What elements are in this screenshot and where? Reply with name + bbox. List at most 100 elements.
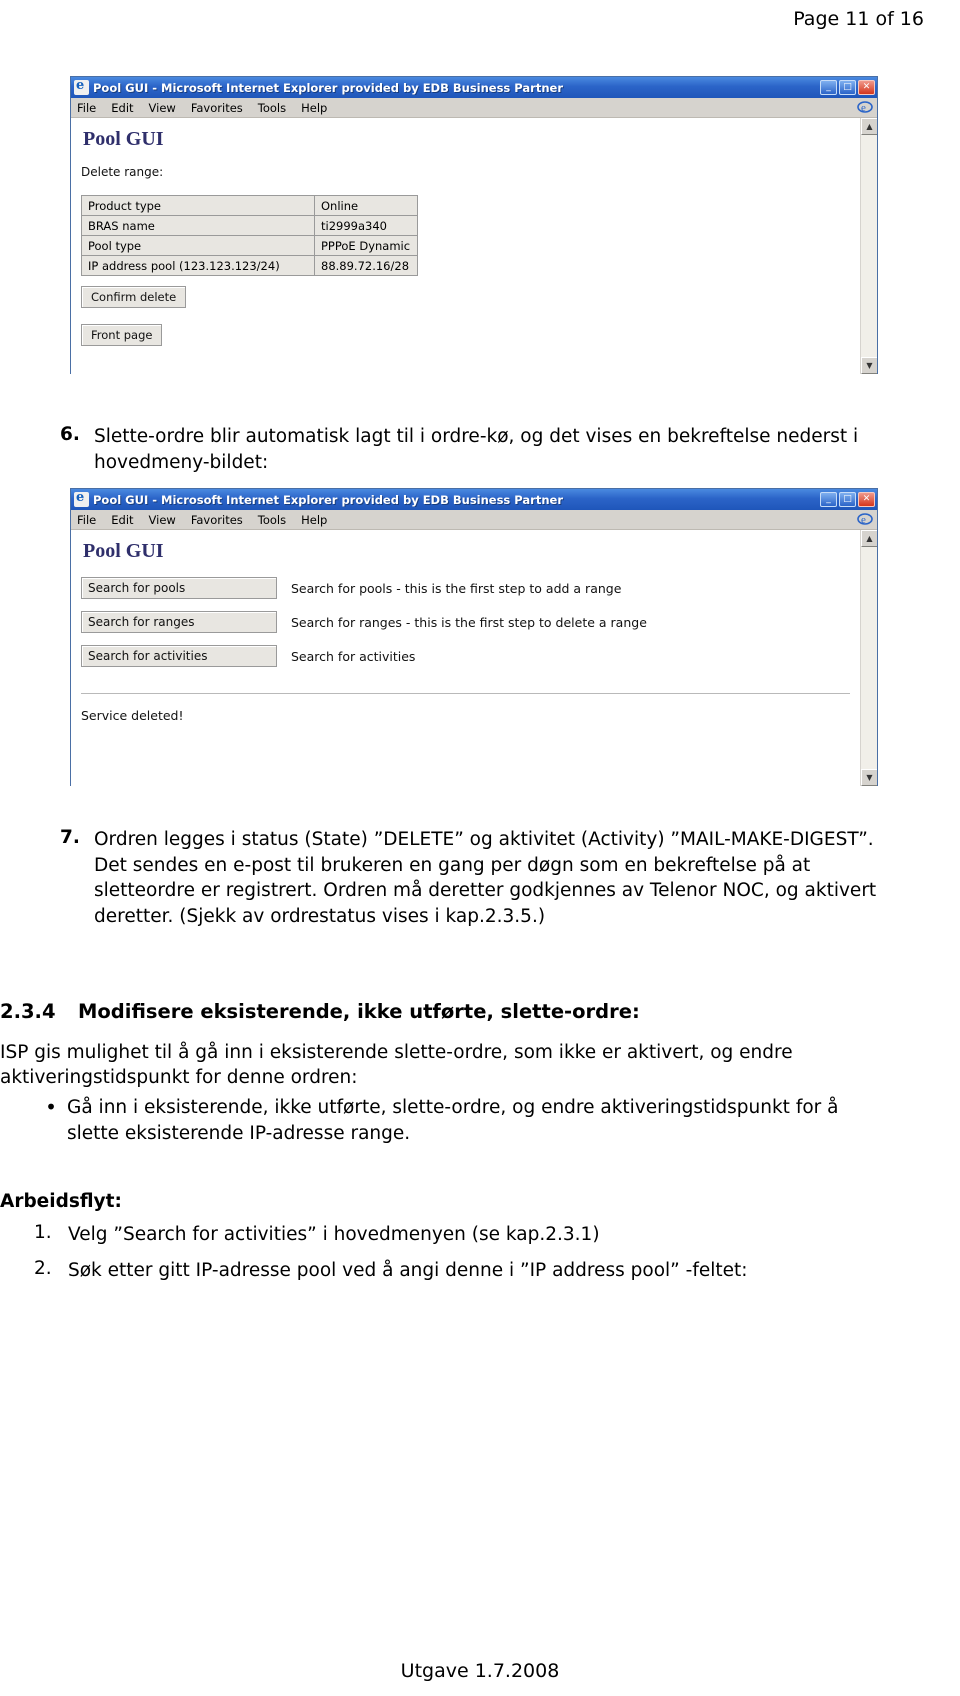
menu-item-edit[interactable]: Edit bbox=[111, 101, 133, 115]
table-row: Pool type PPPoE Dynamic bbox=[81, 235, 418, 256]
maximize-icon: □ bbox=[843, 82, 852, 92]
table-row: BRAS name ti2999a340 bbox=[81, 215, 418, 236]
browser-content: Pool GUI Delete range: Product type Onli… bbox=[71, 118, 877, 374]
confirm-delete-button[interactable]: Confirm delete bbox=[81, 286, 187, 308]
svg-text:e: e bbox=[861, 514, 866, 526]
maximize-button[interactable]: □ bbox=[839, 492, 856, 507]
close-icon: ✕ bbox=[862, 82, 871, 92]
scroll-up-icon[interactable]: ▲ bbox=[861, 118, 877, 135]
scroll-up-icon[interactable]: ▲ bbox=[861, 530, 877, 547]
section-bullet: • Gå inn i eksisterende, ikke utførte, s… bbox=[35, 1095, 885, 1146]
ie-logo-icon: e bbox=[857, 99, 874, 115]
browser-content: Pool GUI Search for pools Search for poo… bbox=[71, 530, 877, 786]
scroll-down-icon[interactable]: ▼ bbox=[861, 769, 877, 786]
menubar: File Edit View Favorites Tools Help e bbox=[71, 98, 877, 118]
menu-item-view[interactable]: View bbox=[149, 101, 176, 115]
window-title: Pool GUI - Microsoft Internet Explorer p… bbox=[93, 492, 563, 507]
browser-window-main-menu: Pool GUI - Microsoft Internet Explorer p… bbox=[70, 488, 878, 786]
section-intro: ISP gis mulighet til å gå inn i eksister… bbox=[0, 1042, 793, 1088]
window-title: Pool GUI - Microsoft Internet Explorer p… bbox=[93, 80, 563, 95]
search-for-pools-button[interactable]: Search for pools bbox=[81, 577, 277, 599]
cell-key: Product type bbox=[81, 195, 315, 216]
scroll-down-icon[interactable]: ▼ bbox=[861, 357, 877, 374]
window-titlebar: Pool GUI - Microsoft Internet Explorer p… bbox=[71, 489, 877, 510]
workflow-step-2-number: 2. bbox=[34, 1258, 52, 1279]
browser-window-delete-range: Pool GUI - Microsoft Internet Explorer p… bbox=[70, 76, 878, 374]
cell-value: ti2999a340 bbox=[314, 215, 418, 236]
window-buttons: _ □ ✕ bbox=[820, 80, 875, 95]
menu-item-file[interactable]: File bbox=[77, 513, 96, 527]
workflow-step-2: 2. Søk etter gitt IP-adresse pool ved å … bbox=[34, 1258, 894, 1284]
workflow-step-1-text: Velg ”Search for activities” i hovedmeny… bbox=[68, 1224, 600, 1245]
document-page: Page 11 of 16 Pool GUI - Microsoft Inter… bbox=[0, 0, 960, 1696]
cell-key: BRAS name bbox=[81, 215, 315, 236]
menu-item-tools[interactable]: Tools bbox=[258, 513, 286, 527]
cell-key: Pool type bbox=[81, 235, 315, 256]
bullet-icon: • bbox=[45, 1095, 57, 1119]
page-footer: Utgave 1.7.2008 bbox=[400, 1660, 560, 1682]
workflow-step-1: 1. Velg ”Search for activities” i hovedm… bbox=[34, 1222, 894, 1248]
page-header: Page 11 of 16 bbox=[793, 8, 924, 30]
menu-item-help[interactable]: Help bbox=[301, 513, 327, 527]
workflow-step-2-text: Søk etter gitt IP-adresse pool ved å ang… bbox=[68, 1260, 748, 1281]
cell-key: IP address pool (123.123.123/24) bbox=[81, 255, 315, 276]
minimize-icon: _ bbox=[826, 494, 831, 504]
menu-item-edit[interactable]: Edit bbox=[111, 513, 133, 527]
app-title: Pool GUI bbox=[83, 128, 164, 150]
menu-item-help[interactable]: Help bbox=[301, 101, 327, 115]
menu-item-tools[interactable]: Tools bbox=[258, 101, 286, 115]
search-for-pools-description: Search for pools - this is the first ste… bbox=[291, 580, 622, 596]
maximize-button[interactable]: □ bbox=[839, 80, 856, 95]
search-for-activities-button[interactable]: Search for activities bbox=[81, 645, 277, 667]
cell-value: PPPoE Dynamic bbox=[314, 235, 418, 256]
ie-icon bbox=[74, 492, 89, 507]
front-page-button[interactable]: Front page bbox=[81, 324, 163, 346]
close-icon: ✕ bbox=[862, 494, 871, 504]
table-row: IP address pool (123.123.123/24) 88.89.7… bbox=[81, 255, 418, 276]
workflow-step-1-number: 1. bbox=[34, 1222, 52, 1243]
vertical-scrollbar[interactable]: ▲ ▼ bbox=[860, 118, 877, 374]
step-7-number: 7. bbox=[60, 827, 80, 848]
menu-item-favorites[interactable]: Favorites bbox=[191, 101, 243, 115]
delete-range-table: Product type Online BRAS name ti2999a340… bbox=[81, 195, 418, 276]
workflow-label: Arbeidsflyt: bbox=[0, 1191, 122, 1212]
section-bullet-text: Gå inn i eksisterende, ikke utførte, sle… bbox=[67, 1097, 839, 1144]
section-heading: 2.3.4 Modifisere eksisterende, ikke utfør… bbox=[0, 1000, 900, 1023]
step-6-number: 6. bbox=[60, 424, 80, 445]
cell-value: 88.89.72.16/28 bbox=[314, 255, 418, 276]
vertical-scrollbar[interactable]: ▲ ▼ bbox=[860, 530, 877, 786]
step-6: 6. Slette-ordre blir automatisk lagt til… bbox=[60, 424, 890, 475]
step-7-text: Ordren legges i status (State) ”DELETE” … bbox=[94, 829, 877, 927]
ie-logo-icon: e bbox=[857, 511, 874, 527]
section-title: Modifisere eksisterende, ikke utførte, s… bbox=[78, 1000, 640, 1023]
step-7: 7. Ordren legges i status (State) ”DELET… bbox=[60, 827, 895, 929]
svg-text:e: e bbox=[861, 102, 866, 114]
section-number: 2.3.4 bbox=[0, 1000, 56, 1023]
divider bbox=[81, 693, 850, 694]
table-row: Product type Online bbox=[81, 195, 418, 216]
search-row-ranges: Search for ranges Search for ranges - th… bbox=[81, 611, 850, 633]
minimize-button[interactable]: _ bbox=[820, 80, 837, 95]
menu-item-favorites[interactable]: Favorites bbox=[191, 513, 243, 527]
search-row-activities: Search for activities Search for activit… bbox=[81, 645, 850, 667]
app-title: Pool GUI bbox=[83, 540, 164, 562]
cell-value: Online bbox=[314, 195, 418, 216]
window-titlebar: Pool GUI - Microsoft Internet Explorer p… bbox=[71, 77, 877, 98]
maximize-icon: □ bbox=[843, 494, 852, 504]
menu-item-file[interactable]: File bbox=[77, 101, 96, 115]
menu-item-view[interactable]: View bbox=[149, 513, 176, 527]
status-message: Service deleted! bbox=[81, 708, 184, 723]
minimize-button[interactable]: _ bbox=[820, 492, 837, 507]
close-button[interactable]: ✕ bbox=[858, 492, 875, 507]
ie-icon bbox=[74, 80, 89, 95]
window-buttons: _ □ ✕ bbox=[820, 492, 875, 507]
search-row-pools: Search for pools Search for pools - this… bbox=[81, 577, 850, 599]
search-for-ranges-description: Search for ranges - this is the first st… bbox=[291, 614, 647, 630]
close-button[interactable]: ✕ bbox=[858, 80, 875, 95]
search-for-activities-description: Search for activities bbox=[291, 648, 416, 664]
minimize-icon: _ bbox=[826, 82, 831, 92]
delete-range-label: Delete range: bbox=[81, 165, 164, 179]
search-for-ranges-button[interactable]: Search for ranges bbox=[81, 611, 277, 633]
menubar: File Edit View Favorites Tools Help e bbox=[71, 510, 877, 530]
step-6-text: Slette-ordre blir automatisk lagt til i … bbox=[94, 426, 859, 473]
